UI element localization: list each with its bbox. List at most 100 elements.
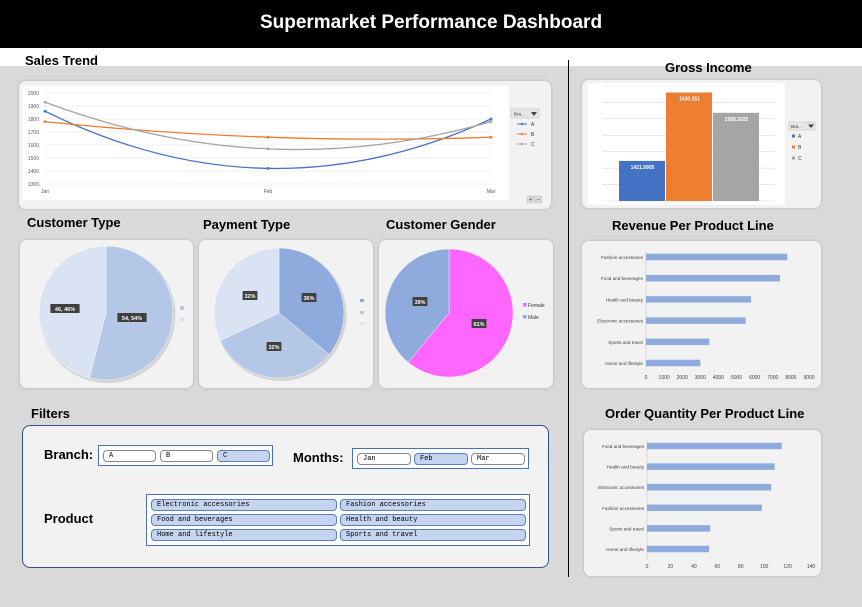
legend-label-c: C bbox=[531, 142, 535, 148]
section-divider bbox=[568, 60, 569, 577]
category-label: Fashion accessories bbox=[602, 506, 645, 511]
product-button-electronic-accessories[interactable]: Electronic accessories bbox=[151, 499, 337, 511]
bar bbox=[647, 483, 772, 491]
payment-type-title: Payment Type bbox=[203, 217, 291, 232]
product-button-health-and-beauty[interactable]: Health and beauty bbox=[340, 514, 526, 526]
legend-swatch-b bbox=[792, 145, 795, 149]
bar-value-label: 1568.3325 bbox=[725, 117, 749, 123]
x-tick-label: 120 bbox=[783, 564, 792, 570]
revenue-chart[interactable]: Fashion accessories Food and beverages Hea… bbox=[582, 241, 821, 388]
revenue-svg: Fashion accessories Food and beverages Hea… bbox=[597, 251, 815, 381]
bar-value-label: 1630.251 bbox=[679, 96, 700, 102]
legend-dropdown-label: Bra... bbox=[791, 124, 802, 129]
bar-b bbox=[666, 92, 712, 201]
x-tick-label: 5000 bbox=[731, 375, 742, 381]
legend-label-female: Female bbox=[528, 303, 545, 309]
customer-gender-chart[interactable]: 61% 39% Female Male bbox=[379, 240, 553, 388]
y-tick-label: 1600 bbox=[28, 143, 39, 149]
data-point bbox=[43, 109, 47, 113]
data-label: 36% bbox=[303, 296, 314, 302]
month-button-jan-label: Jan bbox=[363, 455, 376, 463]
category-label: Health and beauty bbox=[607, 465, 645, 470]
bar-c bbox=[713, 112, 759, 201]
bar bbox=[646, 338, 710, 346]
legend-marker bbox=[520, 132, 524, 136]
legend-dropdown-label: Bra... bbox=[514, 112, 525, 117]
payment-type-chart[interactable]: 36% 32% 32% bbox=[199, 240, 373, 388]
product-button-home-and-lifestyle[interactable]: Home and lifestyle bbox=[151, 529, 337, 541]
order-quantity-chart[interactable]: Food and beverages Health and beauty Elect… bbox=[584, 430, 821, 576]
legend-swatch bbox=[360, 311, 364, 314]
x-tick-label: 2000 bbox=[677, 375, 688, 381]
bar bbox=[647, 442, 782, 450]
customer-gender-svg: 61% 39% Female Male bbox=[384, 248, 545, 378]
branch-slicer: A B C bbox=[98, 445, 273, 466]
bar bbox=[646, 317, 746, 324]
x-tick-label: 4000 bbox=[713, 375, 724, 381]
category-label: Sports and travel bbox=[608, 340, 643, 345]
product-button-sports-and-travel[interactable]: Sports and travel bbox=[340, 529, 526, 541]
x-tick-label: 80 bbox=[738, 564, 744, 570]
y-tick-label: 1900 bbox=[28, 104, 39, 110]
month-button-jan[interactable]: Jan bbox=[357, 453, 411, 465]
branch-button-c[interactable]: C bbox=[217, 450, 270, 462]
minus-icon: − bbox=[537, 198, 541, 204]
product-button-fashion-accessories[interactable]: Fashion accessories bbox=[340, 499, 526, 511]
order-quantity-title: Order Quantity Per Product Line bbox=[605, 406, 805, 421]
sales-trend-chart[interactable]: 1300 1400 1500 1600 1700 1800 1900 2000 Jan Feb Ma… bbox=[19, 81, 551, 209]
customer-type-chart[interactable]: 54, 54% 46, 46% bbox=[20, 240, 193, 388]
legend-label-male: Male bbox=[528, 315, 539, 321]
order-quantity-svg: Food and beverages Health and beauty Elect… bbox=[598, 440, 815, 570]
bar bbox=[646, 359, 701, 367]
x-tick-label: 6000 bbox=[749, 375, 760, 381]
data-point bbox=[266, 147, 270, 151]
product-button-label: Fashion accessories bbox=[346, 501, 426, 509]
legend-swatch bbox=[180, 317, 184, 321]
dashboard-header: Supermarket Performance Dashboard bbox=[0, 0, 862, 48]
y-tick-label: 1400 bbox=[28, 169, 39, 175]
data-label: 46, 46% bbox=[55, 307, 75, 313]
legend-swatch-c bbox=[792, 156, 795, 160]
x-tick-label: 1000 bbox=[659, 375, 670, 381]
bar bbox=[647, 504, 762, 512]
sales-trend-svg: 1300 1400 1500 1600 1700 1800 1900 2000 Jan Feb Ma… bbox=[22, 86, 543, 204]
month-button-feb[interactable]: Feb bbox=[414, 453, 468, 465]
data-label: 32% bbox=[268, 345, 279, 351]
data-point bbox=[489, 117, 493, 121]
customer-type-svg: 54, 54% 46, 46% bbox=[38, 245, 184, 383]
data-point bbox=[43, 100, 47, 104]
bar bbox=[646, 253, 788, 261]
x-tick-label: Feb bbox=[264, 189, 273, 195]
product-button-label: Electronic accessories bbox=[157, 501, 250, 509]
product-label: Product bbox=[44, 511, 94, 526]
plus-icon: + bbox=[529, 198, 533, 204]
legend-label-a: A bbox=[531, 122, 535, 128]
filters-panel: Branch: A B C Months: Jan Feb Mar Produc… bbox=[22, 425, 549, 568]
plot-area bbox=[22, 86, 509, 200]
legend-marker bbox=[520, 142, 524, 146]
category-label: Sports and travel bbox=[609, 526, 644, 531]
months-slicer: Jan Feb Mar bbox=[352, 448, 529, 469]
month-button-mar[interactable]: Mar bbox=[471, 453, 525, 465]
data-point bbox=[266, 135, 270, 139]
category-label: Food and beverages bbox=[601, 276, 644, 281]
category-label: Health and beauty bbox=[606, 297, 644, 302]
bar bbox=[647, 525, 711, 532]
x-tick-label: 9000 bbox=[803, 375, 814, 381]
month-button-feb-label: Feb bbox=[420, 455, 433, 463]
legend-swatch bbox=[360, 322, 364, 325]
month-button-mar-label: Mar bbox=[477, 455, 490, 463]
category-label: Home and lifestyle bbox=[606, 547, 644, 552]
x-tick-label: 20 bbox=[668, 564, 674, 570]
branch-button-b[interactable]: B bbox=[160, 450, 213, 462]
branch-button-a[interactable]: A bbox=[103, 450, 156, 462]
x-tick-label: Mar bbox=[487, 189, 496, 195]
legend-label-b: B bbox=[798, 145, 802, 151]
product-button-food-and-beverages[interactable]: Food and beverages bbox=[151, 514, 337, 526]
gross-income-title: Gross Income bbox=[665, 60, 752, 75]
sales-trend-title: Sales Trend bbox=[25, 53, 98, 68]
x-tick-label: Jan bbox=[41, 189, 49, 195]
gross-income-chart[interactable]: 1421.9905 1630.251 1568.3325 Bra... A B C bbox=[582, 80, 821, 208]
y-tick-label: 2000 bbox=[28, 91, 39, 97]
bar bbox=[646, 296, 752, 303]
